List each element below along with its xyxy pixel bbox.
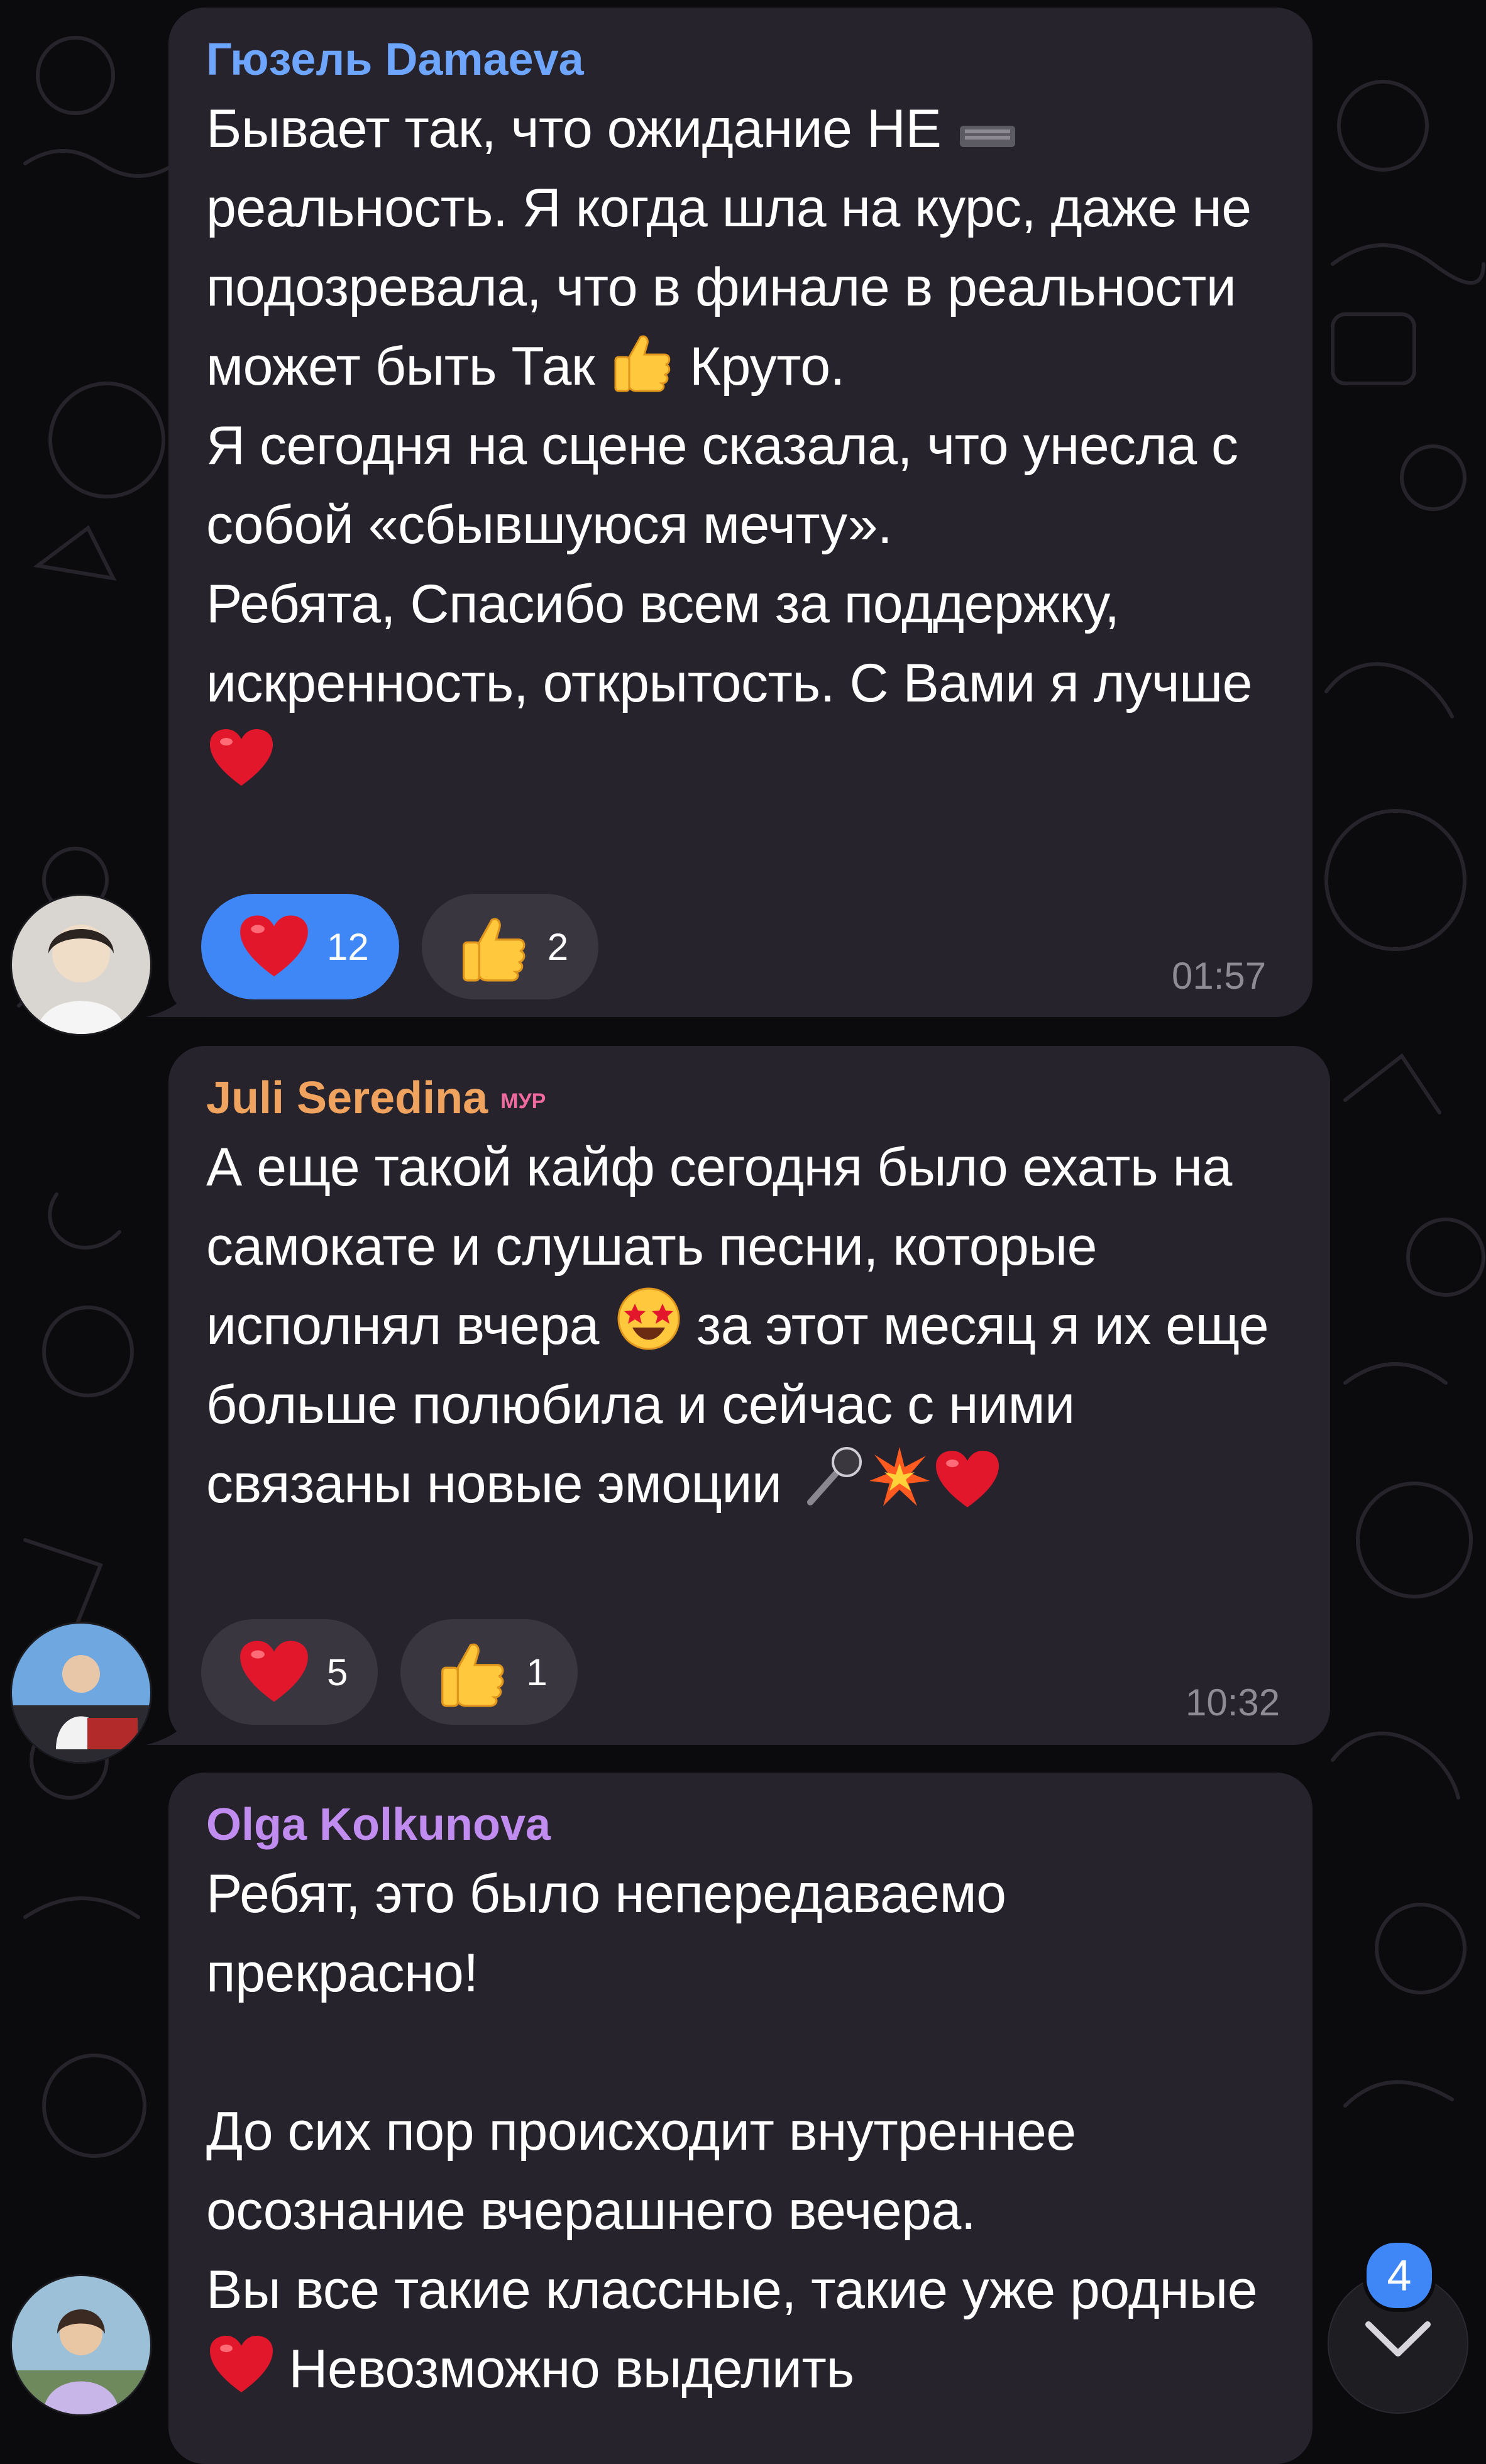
star-struck-emoji <box>616 1286 681 1351</box>
message-bubble-3[interactable]: Olga Kolkunova Ребят, это было непередав… <box>168 1773 1313 2464</box>
sender-status-badge: МУР <box>500 1089 546 1113</box>
sender-name[interactable]: Juli Seredina МУР <box>206 1070 1292 1126</box>
message-time: 10:32 <box>1186 1681 1280 1724</box>
message-text: А еще такой кайф сегодня было ехать на с… <box>206 1137 1284 1514</box>
thumbs-up-emoji <box>612 329 674 392</box>
thumbs-up-icon <box>462 918 526 982</box>
keyboard-emoji <box>959 117 1016 155</box>
avatar[interactable] <box>10 1622 152 1764</box>
avatar[interactable] <box>10 894 152 1036</box>
red-heart-emoji <box>209 2335 274 2395</box>
reactions-row-1: 12 2 <box>201 894 599 999</box>
avatar[interactable] <box>10 2274 152 2416</box>
sender-name[interactable]: Olga Kolkunova <box>206 1796 1275 1853</box>
message-time: 01:57 <box>1172 955 1267 997</box>
message-bubble-1[interactable]: Гюзель Damaeva Бывает так, что ожидание … <box>168 8 1313 1017</box>
reaction-thumbs-up[interactable]: 2 <box>421 894 599 999</box>
reaction-heart[interactable]: 5 <box>201 1619 378 1725</box>
collision-emoji <box>867 1444 932 1510</box>
reaction-heart[interactable]: 12 <box>201 894 399 999</box>
heart-icon <box>240 915 308 977</box>
reaction-thumbs-up[interactable]: 1 <box>400 1619 578 1725</box>
reaction-count: 1 <box>526 1651 548 1693</box>
reaction-count: 5 <box>327 1651 348 1693</box>
thumbs-up-icon <box>441 1643 504 1707</box>
red-heart-emoji <box>209 728 274 788</box>
reaction-count: 2 <box>547 925 569 968</box>
red-heart-emoji <box>935 1449 1000 1510</box>
microphone-emoji <box>799 1444 864 1510</box>
unread-count-badge: 4 <box>1363 2239 1436 2312</box>
reaction-count: 12 <box>327 925 369 968</box>
sender-name[interactable]: Гюзель Damaeva <box>206 31 1275 88</box>
message-text: Бывает так, что ожидание НЕ реальность. … <box>206 89 1275 802</box>
heart-icon <box>240 1641 308 1702</box>
chevron-down-icon <box>1365 2321 1431 2357</box>
bubble-tail <box>146 973 202 1017</box>
bubble-tail <box>146 1701 202 1745</box>
message-text: Ребят, это было непередаваемо прекрасно!… <box>206 1864 1258 2399</box>
reactions-row-2: 5 1 <box>201 1619 578 1725</box>
